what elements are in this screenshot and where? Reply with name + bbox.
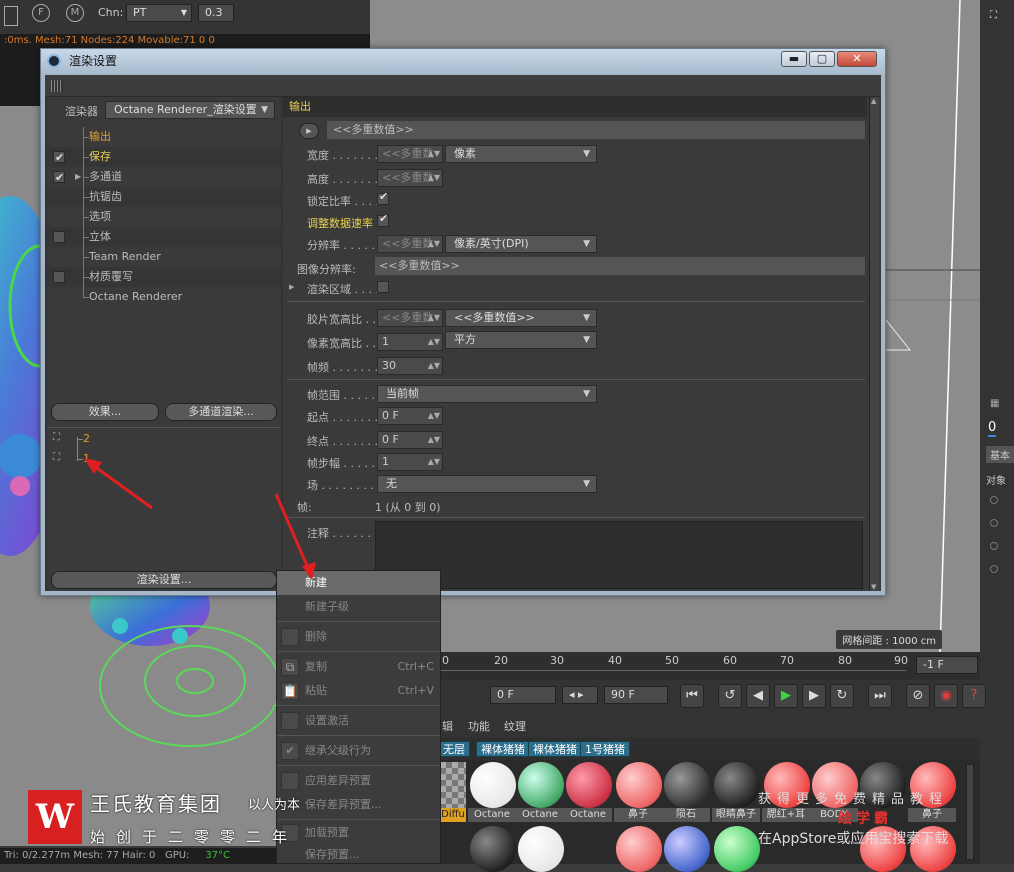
- promo-line-3: 在AppStore或应用宝搜索下载: [758, 831, 949, 847]
- annotation-arrows: [84, 458, 316, 580]
- promo-line-1: 获得更多免费精品教程: [758, 792, 949, 807]
- brand-subline: 始创于二零零二年: [90, 828, 299, 846]
- brand-logo: W: [28, 790, 82, 844]
- promo-app-name: 绘学霸: [838, 811, 892, 827]
- brand-tagline: 以人为本: [248, 798, 301, 813]
- brand-name: 王氏教育集团: [90, 792, 222, 816]
